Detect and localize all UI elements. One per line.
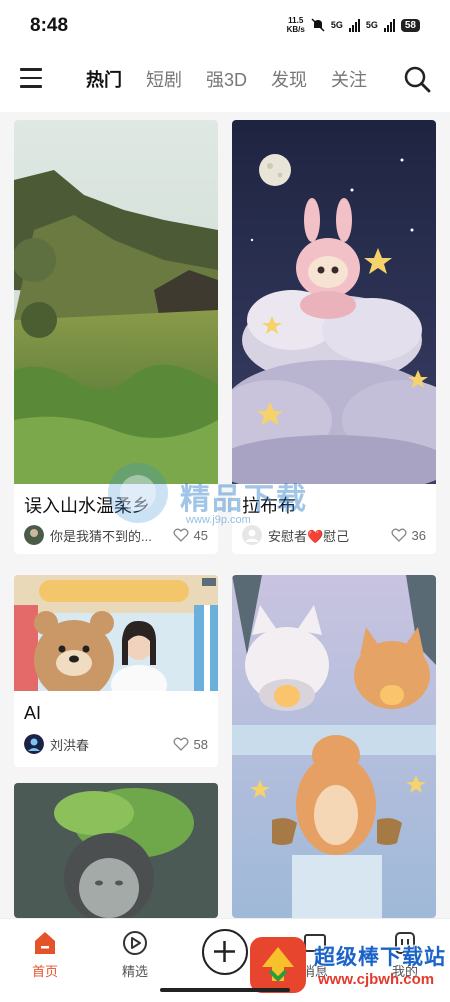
signal-icon <box>348 18 360 32</box>
heart-icon <box>391 528 407 542</box>
feed-card[interactable]: AI 刘洪春 58 <box>14 575 218 767</box>
tab-short-drama[interactable]: 短剧 <box>146 66 182 92</box>
like-count: 58 <box>193 736 208 752</box>
card-meta: 你是我猜不到的... 45 <box>24 524 208 546</box>
watermark-url: www.j9p.com <box>186 514 251 526</box>
tab-discover[interactable]: 发现 <box>271 66 307 92</box>
download-logo-icon <box>262 947 294 982</box>
tab-3d[interactable]: 强3D <box>206 66 247 92</box>
feed-tabs: 热门 短剧 强3D 发现 关注 <box>86 66 367 92</box>
create-button[interactable] <box>202 929 248 975</box>
tab-hot[interactable]: 热门 <box>86 66 122 92</box>
like-count: 45 <box>193 527 208 543</box>
card-thumbnail <box>14 575 218 691</box>
home-indicator <box>160 988 290 992</box>
card-thumbnail <box>14 120 218 484</box>
status-icons: 11.5 KB/s 5G 5G 58 <box>287 16 420 34</box>
net-speed: 11.5 KB/s <box>287 16 305 34</box>
card-author: 你是我猜不到的... <box>50 528 152 544</box>
like-count: 36 <box>411 527 426 543</box>
heart-icon <box>173 737 189 751</box>
status-time: 8:48 <box>30 15 69 36</box>
battery-icon: 58 <box>400 18 420 32</box>
status-bar: 8:48 11.5 KB/s 5G 5G 58 <box>0 0 450 50</box>
watermark-corner-text: 超级棒下载站 <box>314 946 446 969</box>
watermark-badge <box>250 937 306 993</box>
nav-home-label: 首页 <box>31 964 58 979</box>
card-meta: 安慰者❤️慰己 36 <box>242 524 426 546</box>
search-icon[interactable] <box>402 64 432 94</box>
menu-icon[interactable] <box>20 68 44 90</box>
avatar <box>24 525 44 545</box>
feed-card[interactable] <box>14 783 218 918</box>
like-button[interactable]: 36 <box>391 528 426 543</box>
watermark-text: 精品下载 <box>180 483 308 516</box>
card-thumbnail <box>14 783 218 918</box>
net-speed-unit: KB/s <box>286 25 305 34</box>
nav-featured[interactable]: 精选 <box>105 929 165 980</box>
home-icon <box>35 932 55 954</box>
card-title: AI <box>24 703 42 723</box>
feed-card[interactable] <box>232 575 436 918</box>
signal-label-2: 5G <box>365 20 378 30</box>
watermark-corner-url: www.cjbwh.com <box>318 971 435 988</box>
nav-home[interactable]: 首页 <box>15 929 75 980</box>
net-speed-value: 11.5 <box>288 16 304 25</box>
card-title: 误入山水温柔乡 <box>24 496 150 516</box>
card-author: 刘洪春 <box>50 737 90 753</box>
top-nav: 热门 短剧 强3D 发现 关注 <box>0 50 450 112</box>
tab-following[interactable]: 关注 <box>331 66 367 92</box>
play-icon <box>123 931 147 955</box>
card-thumbnail <box>232 575 436 918</box>
like-button[interactable]: 45 <box>173 528 208 543</box>
feed: 误入山水温柔乡 你是我猜不到的... 45 拉布布 安慰者❤️慰己 36 AI … <box>0 112 450 918</box>
heart-icon <box>173 528 189 542</box>
nav-featured-label: 精选 <box>121 964 148 979</box>
mute-icon <box>311 18 325 32</box>
avatar <box>242 525 262 545</box>
signal-label-1: 5G <box>330 20 343 30</box>
like-button[interactable]: 58 <box>173 737 208 752</box>
plus-icon <box>214 941 235 962</box>
card-author: 安慰者❤️慰己 <box>268 528 350 544</box>
avatar <box>24 734 44 754</box>
card-thumbnail <box>232 120 436 484</box>
card-meta: 刘洪春 58 <box>24 733 208 755</box>
signal-icon <box>383 18 395 32</box>
